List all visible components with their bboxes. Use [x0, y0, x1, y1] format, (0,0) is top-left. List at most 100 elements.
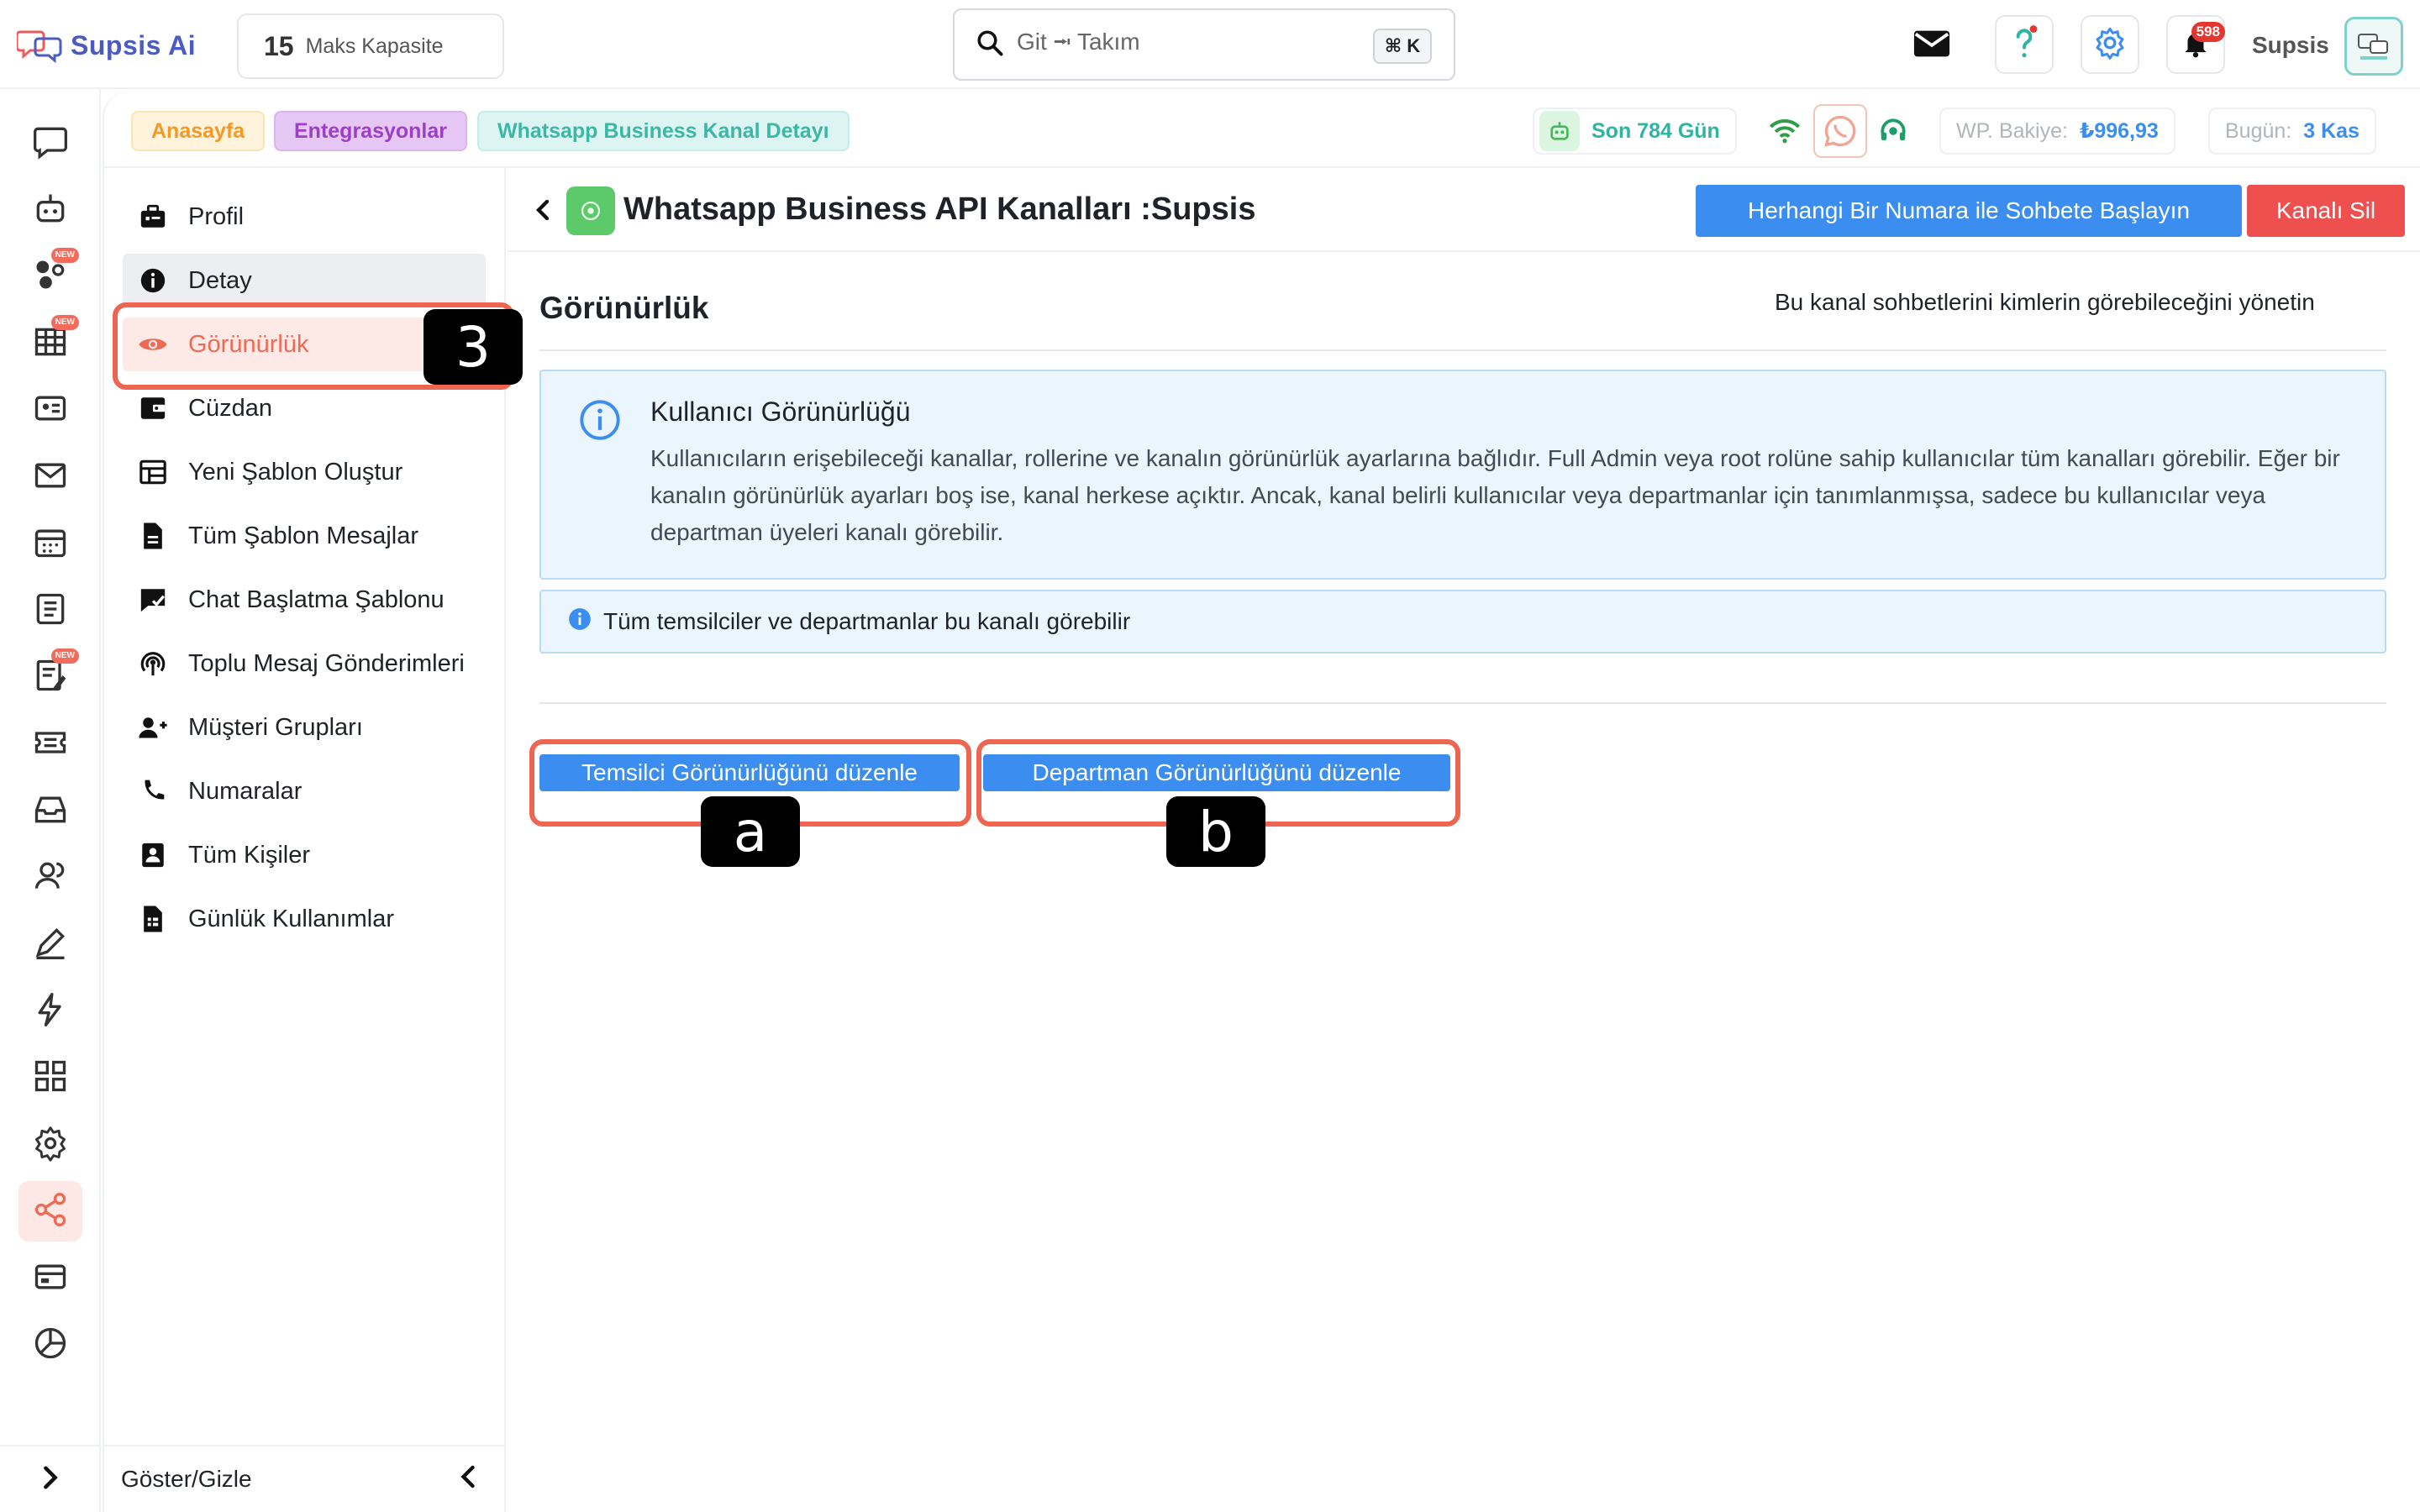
visibility-info-box: Kullanıcı Görünürlüğü Kullanıcıların eri…: [539, 370, 2386, 580]
nav-item-label: Tüm Kişiler: [188, 841, 311, 869]
rail-item-lightning[interactable]: [18, 981, 82, 1042]
balance-label: WP. Bakiye:: [1956, 118, 2068, 143]
note-text: Tüm temsilciler ve departmanlar bu kanal…: [603, 608, 1131, 634]
nav-item-profil[interactable]: Profil: [123, 190, 486, 244]
delete-channel-button[interactable]: Kanalı Sil: [2247, 185, 2405, 237]
today-label: Bugün:: [2225, 118, 2292, 143]
mail-icon[interactable]: [1912, 25, 1951, 66]
rail-item-billing[interactable]: [18, 1248, 82, 1309]
rail-item-chat-bubble[interactable]: [18, 113, 82, 173]
support-agent-icon: [1877, 114, 1909, 152]
rail-item-settings[interactable]: [18, 1115, 82, 1175]
rail-item-share[interactable]: [18, 1181, 82, 1242]
breadcrumb-integrations[interactable]: Entegrasyonlar: [274, 111, 468, 151]
new-badge: NEW: [50, 315, 79, 330]
rail-item-users[interactable]: [18, 848, 82, 908]
rail-item-pie-chart[interactable]: [18, 1315, 82, 1375]
search-bar[interactable]: ⌘ K: [953, 8, 1455, 81]
step-marker: 3: [424, 309, 523, 385]
rail-item-notes[interactable]: NEW: [18, 647, 82, 707]
nav-item-chat-baslatma[interactable]: Chat Başlatma Şablonu: [123, 573, 486, 627]
whatsapp-icon[interactable]: [1813, 104, 1867, 158]
info-dot-icon: [568, 607, 592, 637]
template-icon: [138, 457, 168, 487]
rail-item-contact-card[interactable]: [18, 380, 82, 440]
rail-item-checklist[interactable]: [18, 580, 82, 641]
brand-logo[interactable]: Supsis Ai: [15, 24, 197, 67]
rail-item-nodes[interactable]: NEW: [18, 246, 82, 307]
brand-name: Supsis Ai: [71, 29, 197, 60]
nav-item-musteri-gruplari[interactable]: Müşteri Grupları: [123, 701, 486, 754]
chat-bubble-icon: [32, 123, 69, 164]
wifi-icon: [1768, 114, 1802, 152]
nav-item-detay[interactable]: Detay: [123, 254, 486, 307]
capacity-value: 15: [264, 30, 294, 61]
nav-toggle[interactable]: Göster/Gizle: [103, 1445, 506, 1512]
briefcase-icon: [138, 202, 168, 232]
avatar[interactable]: [2344, 17, 2403, 76]
page-header: Whatsapp Business API Kanalları :Supsis …: [508, 168, 2420, 252]
rail-item-ticket[interactable]: [18, 714, 82, 774]
rail-item-inbox[interactable]: [18, 780, 82, 841]
breadcrumb-home[interactable]: Anasayfa: [131, 111, 266, 151]
notifications-button[interactable]: 598: [2166, 15, 2225, 74]
chevron-left-icon[interactable]: [459, 1464, 477, 1495]
nav-item-yeni-sablon[interactable]: Yeni Şablon Oluştur: [123, 445, 486, 499]
chat-check-icon: [138, 585, 168, 615]
contact-card-icon: [32, 390, 69, 431]
new-badge: NEW: [50, 248, 79, 263]
nav-item-gunluk-kullanim[interactable]: Günlük Kullanımlar: [123, 892, 486, 946]
help-button[interactable]: [1995, 15, 2054, 74]
usage-icon: [138, 904, 168, 934]
document-icon: [138, 521, 168, 551]
bot-icon: [32, 190, 69, 231]
nav-item-label: Cüzdan: [188, 394, 272, 422]
nav-item-tum-sablon[interactable]: Tüm Şablon Mesajlar: [123, 509, 486, 563]
info-body: Kullanıcıların erişebileceği kanallar, r…: [650, 445, 2340, 545]
share-icon: [32, 1191, 69, 1232]
nav-item-numaralar[interactable]: Numaralar: [123, 764, 486, 818]
broadcast-icon: [138, 648, 168, 679]
whatsapp-channel-icon: [566, 186, 615, 235]
breadcrumb-channel-detail[interactable]: Whatsapp Business Kanal Detayı: [477, 111, 850, 151]
search-input[interactable]: [1017, 31, 1353, 58]
settings-button[interactable]: [2081, 15, 2139, 74]
info-icon: [138, 265, 168, 296]
rail-item-grid-table[interactable]: NEW: [18, 313, 82, 374]
info-title: Kullanıcı Görünürlüğü: [650, 396, 911, 427]
lightning-icon: [32, 991, 69, 1032]
rail-item-mail[interactable]: [18, 447, 82, 507]
mail-icon: [32, 457, 69, 498]
rail-item-pen[interactable]: [18, 914, 82, 974]
nav-item-label: Detay: [188, 266, 252, 294]
rail-item-apps[interactable]: [18, 1047, 82, 1108]
user-plus-icon: [138, 712, 168, 743]
pie-chart-icon: [32, 1325, 69, 1366]
nav-item-label: Günlük Kullanımlar: [188, 905, 394, 932]
wallet-icon: [138, 393, 168, 423]
nav-item-label: Müşteri Grupları: [188, 713, 363, 741]
chevron-right-icon: [39, 1465, 61, 1494]
balance-stat: WP. Bakiye: ₺996,93: [1939, 108, 2175, 155]
org-name[interactable]: Supsis: [2252, 32, 2329, 59]
start-chat-button[interactable]: Herhangi Bir Numara ile Sohbete Başlayın: [1696, 185, 2242, 237]
nav-item-tum-kisiler[interactable]: Tüm Kişiler: [123, 828, 486, 882]
nav-item-toplu-mesaj[interactable]: Toplu Mesaj Gönderimleri: [123, 637, 486, 690]
today-stat: Bugün: 3 Kas: [2208, 108, 2376, 155]
rail-expand-button[interactable]: [0, 1445, 101, 1512]
billing-icon: [32, 1258, 69, 1299]
nav-item-label: Toplu Mesaj Gönderimleri: [188, 649, 465, 677]
section-title: Görünürlük: [539, 291, 709, 325]
gear-icon: [2093, 26, 2127, 64]
divider: [539, 702, 2386, 704]
page-title: Whatsapp Business API Kanalları :Supsis: [623, 192, 1256, 227]
back-button[interactable]: [526, 193, 560, 227]
balance-value: ₺996,93: [2079, 119, 2159, 143]
nav-item-label: Tüm Şablon Mesajlar: [188, 522, 418, 549]
calendar-icon: [32, 523, 69, 564]
help-icon: [2007, 24, 2041, 66]
info-circle-icon: [578, 398, 622, 446]
inbox-icon: [32, 790, 69, 832]
rail-item-bot[interactable]: [18, 180, 82, 240]
rail-item-calendar[interactable]: [18, 513, 82, 574]
